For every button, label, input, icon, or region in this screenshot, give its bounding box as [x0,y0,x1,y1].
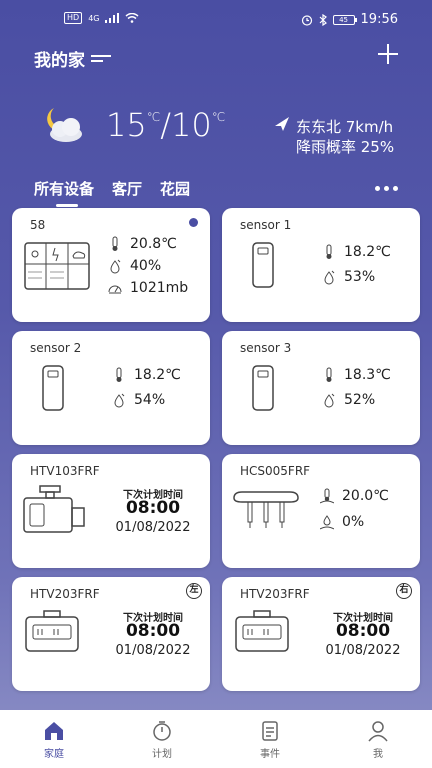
moisture-value: 0% [342,514,365,530]
temperature-value: 18.2℃ [344,244,391,260]
add-button[interactable] [376,42,400,66]
temperature-value: 20.8℃ [130,236,177,252]
humidity-value: 53% [344,269,376,285]
schedule-time: 08:00 [335,621,391,641]
room-tabs: 所有设备 客厅 花园 [34,178,190,207]
signal-icon [105,13,120,23]
schedule-date: 01/08/2022 [115,520,191,535]
dual-water-timer-icon [235,610,289,652]
nav-schedule[interactable]: 计划 [108,710,216,768]
temp-separator: / [160,106,171,144]
sensor-device-icon [252,242,274,288]
humidity-icon [114,393,125,408]
device-card-sensor-3[interactable]: sensor 3 18.3℃ 52% [222,331,420,445]
wind-info: 东东北 7km/h [296,118,394,136]
nav-label: 计划 [152,749,172,760]
humidity-icon [110,259,121,274]
status-bar: HD 4G 45 19:56 [0,0,432,40]
tab-all-devices[interactable]: 所有设备 [34,178,94,207]
sensor-device-icon [252,365,274,411]
device-card-hcs005frf[interactable]: HCS005FRF 20.0℃ 0% [222,454,420,568]
battery-icon: 45 [332,14,357,25]
nav-label: 我 [373,749,383,760]
humidity-value: 54% [134,392,166,408]
temperature-value: 20.0℃ [342,488,389,504]
wifi-icon [126,13,139,23]
alarm-icon [301,14,312,26]
network-label: 4G [88,13,100,23]
device-name: HTV203FRF [30,587,100,601]
status-dot [189,218,198,227]
thermometer-icon [326,244,332,259]
timer-icon [153,721,171,741]
soil-temperature-icon [320,488,334,504]
left-badge: 左 [186,583,202,599]
menu-lines-icon [91,52,111,65]
device-card-58[interactable]: 58 20.8℃ 40% 1021mb [12,208,210,322]
device-name: sensor 3 [240,341,292,355]
schedule-date: 01/08/2022 [325,643,401,658]
thermometer-icon [112,236,118,251]
nav-label: 事件 [260,749,280,760]
bluetooth-icon [319,13,327,26]
soil-sensor-icon [233,491,299,528]
device-name: sensor 2 [30,341,82,355]
schedule-time: 08:00 [125,621,181,641]
home-title: 我的家 [34,51,85,71]
weather-station-icon [24,242,90,290]
nav-me[interactable]: 我 [324,710,432,768]
sensor-device-icon [42,365,64,411]
humidity-value: 40% [130,258,162,274]
dual-water-timer-icon [25,610,79,652]
device-card-sensor-2[interactable]: sensor 2 18.2℃ 54% [12,331,210,445]
events-icon [262,721,278,741]
device-name: sensor 1 [240,218,292,232]
user-icon [368,721,388,742]
temp-unit-2: ℃ [211,110,226,124]
temp-high: 15 [106,106,147,144]
temperature-range: 15 ℃ / 10 ℃ [106,106,225,144]
device-card-htv203frf-right[interactable]: HTV203FRF 右 下次计划时间 08:00 01/08/2022 [222,577,420,691]
device-name: HCS005FRF [240,464,311,478]
hd-badge: HD [64,12,83,24]
bottom-navigation: 家庭 计划 事件 我 [0,710,432,768]
thermometer-icon [116,367,122,382]
schedule-date: 01/08/2022 [115,643,191,658]
home-icon [45,722,63,740]
device-name: HTV103FRF [30,464,100,478]
humidity-value: 52% [344,392,376,408]
pressure-icon [108,285,122,294]
temp-low: 10 [170,106,212,144]
soil-moisture-icon [320,515,334,530]
partly-cloudy-night-icon [47,108,82,142]
more-options-icon[interactable] [375,186,398,191]
humidity-icon [324,270,335,285]
device-name: 58 [30,218,46,232]
pressure-value: 1021mb [130,280,189,296]
thermometer-icon [326,367,332,382]
rain-probability: 降雨概率 25% [296,138,395,156]
device-card-sensor-1[interactable]: sensor 1 18.2℃ 53% [222,208,420,322]
device-card-htv103frf[interactable]: HTV103FRF 下次计划时间 08:00 01/08/2022 [12,454,210,568]
tab-living-room[interactable]: 客厅 [112,178,142,199]
nav-label: 家庭 [44,749,64,760]
tab-garden[interactable]: 花园 [160,178,190,199]
temp-unit-1: ℃ [146,110,161,124]
device-card-htv203frf-left[interactable]: HTV203FRF 左 下次计划时间 08:00 01/08/2022 [12,577,210,691]
water-timer-icon [23,485,85,533]
nav-events[interactable]: 事件 [216,710,324,768]
humidity-icon [324,393,335,408]
nav-home[interactable]: 家庭 [0,710,108,768]
schedule-time: 08:00 [125,498,181,518]
wind-direction-icon [275,117,289,131]
clock: 19:56 [360,12,398,27]
temperature-value: 18.2℃ [134,367,181,383]
temperature-value: 18.3℃ [344,367,391,383]
right-badge: 右 [396,583,412,599]
home-selector[interactable]: 我的家 [34,46,111,71]
device-name: HTV203FRF [240,587,310,601]
